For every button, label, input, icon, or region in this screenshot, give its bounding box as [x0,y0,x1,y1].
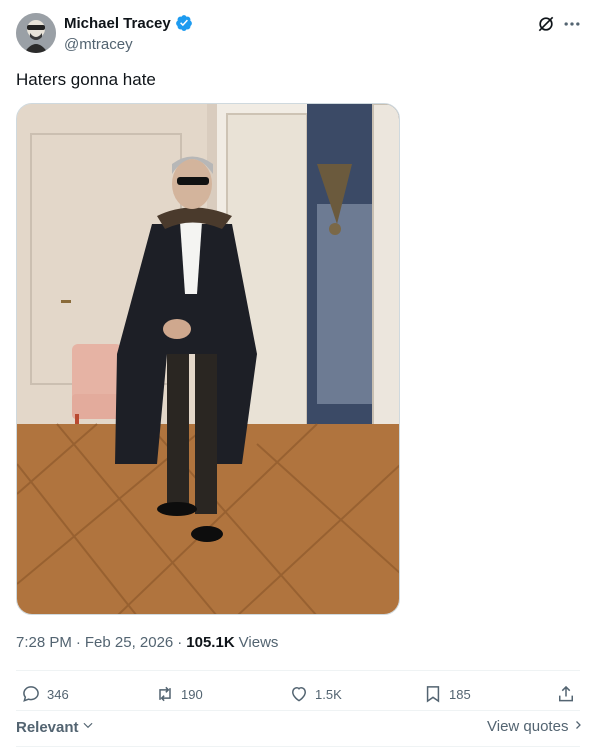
like-button[interactable]: 1.5K [289,684,342,704]
tweet-meta: 7:28 PM · Feb 25, 2026 · 105.1K Views [16,634,278,651]
repost-icon [155,684,175,704]
tweet-text: Haters gonna hate [16,70,156,89]
tweet-time[interactable]: 7:28 PM [16,634,72,651]
like-count: 1.5K [315,686,342,702]
bookmark-button[interactable]: 185 [423,684,471,704]
tweet-date[interactable]: Feb 25, 2026 [85,634,173,651]
verified-badge-icon [175,14,193,32]
view-quotes-label: View quotes [487,718,569,735]
views-count[interactable]: 105.1K [186,634,234,651]
reply-button[interactable]: 346 [21,684,69,704]
share-button[interactable] [556,684,576,704]
author-name-row[interactable]: Michael Tracey [64,14,193,32]
divider [16,710,580,711]
more-options-icon[interactable] [562,14,584,36]
tweet-photo[interactable] [16,103,400,615]
avatar[interactable] [16,13,56,53]
chevron-down-icon [81,718,95,736]
reply-count: 346 [47,686,69,702]
meta-separator: · [75,634,81,651]
meta-separator: · [177,634,183,651]
author-display-name[interactable]: Michael Tracey [64,15,171,32]
reply-icon [21,684,41,704]
divider [16,670,580,671]
views-label: Views [238,634,279,651]
sort-dropdown[interactable]: Relevant [16,718,95,736]
author-handle[interactable]: @mtracey [64,36,133,53]
share-icon [556,684,576,704]
chevron-right-icon [572,718,584,735]
bookmark-count: 185 [449,686,471,702]
repost-count: 190 [181,686,203,702]
heart-icon [289,684,309,704]
view-quotes-link[interactable]: View quotes [487,718,584,735]
grok-icon[interactable] [536,14,558,36]
bookmark-icon [423,684,443,704]
repost-button[interactable]: 190 [155,684,203,704]
divider [16,746,580,747]
sort-label: Relevant [16,718,79,736]
